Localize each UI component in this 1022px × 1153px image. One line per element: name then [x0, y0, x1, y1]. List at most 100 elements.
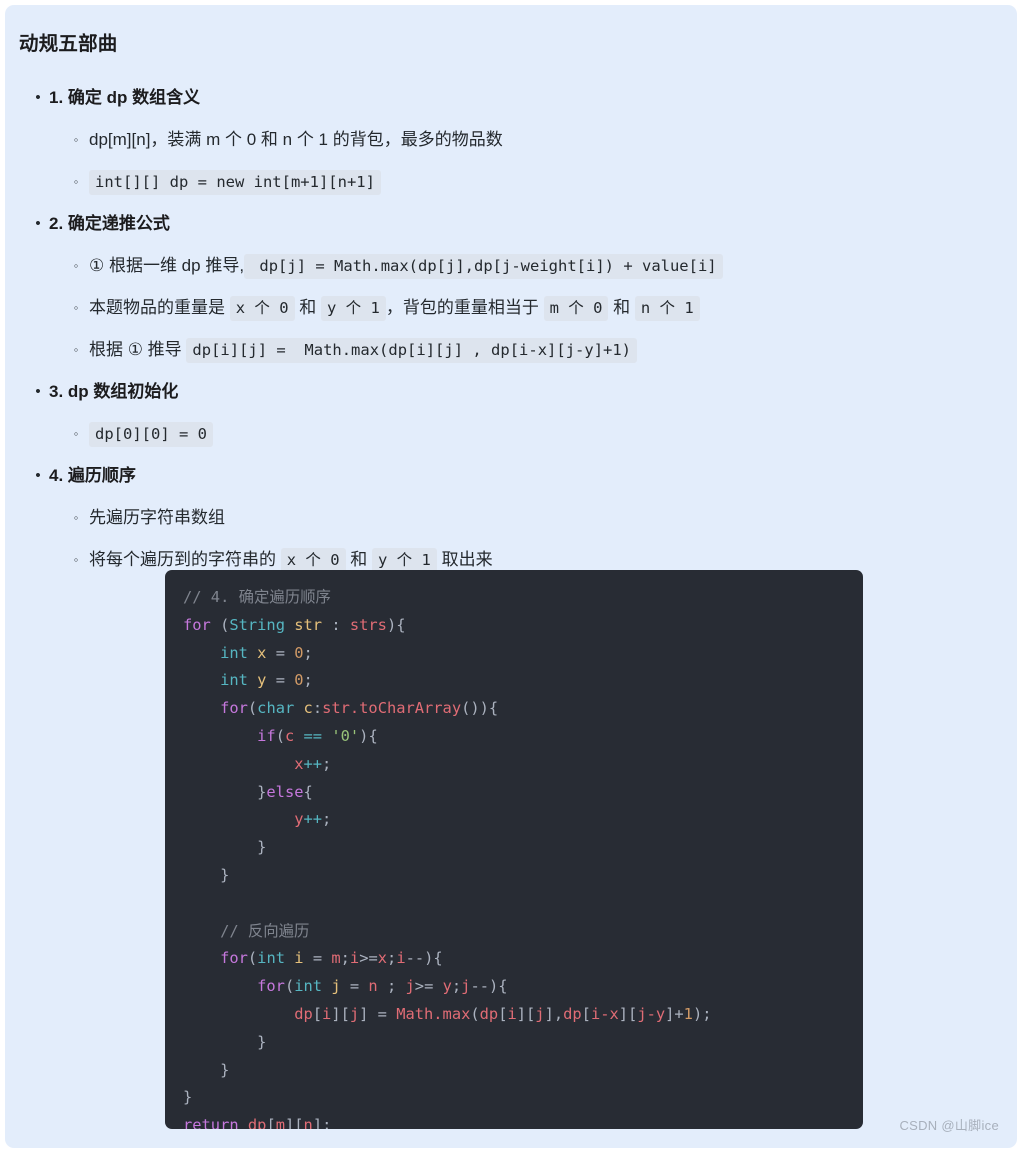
outline-item-content: ① 根据一维 dp 推导, dp[j] = Math.max(dp[j],dp[… [89, 254, 723, 279]
code-token: ){ [359, 726, 378, 745]
text-run: ① 根据一维 dp 推导, [89, 256, 245, 275]
code-token: = [303, 949, 332, 968]
code-token: c [303, 699, 313, 718]
code-line: // 反向遍历 [183, 922, 309, 940]
inline-code: int[][] dp = new int[m+1][n+1] [89, 170, 381, 195]
section-heading: 2. 确定递推公式 [49, 214, 170, 233]
code-line: for(char c:str.toCharArray()){ [183, 699, 498, 717]
code-token: >= [414, 977, 443, 996]
sub-bullet-marker-icon: ◦ [73, 300, 79, 315]
code-token: ( [275, 726, 285, 745]
sub-bullet-marker-icon: ◦ [73, 552, 79, 567]
text-run: 先遍历字符串数组 [89, 508, 225, 527]
code-token: j [331, 977, 341, 996]
code-token: --){ [470, 977, 508, 996]
inline-code: dp[j] = Math.max(dp[j],dp[j-weight[i]) +… [244, 254, 723, 279]
sub-bullet-marker-icon: ◦ [73, 174, 79, 189]
code-token: ++ [303, 810, 323, 829]
code-block-content: // 4. 确定遍历顺序 for (String str : strs){ in… [165, 584, 863, 1129]
code-token: // 4. 确定遍历顺序 [183, 588, 331, 606]
text-run: 取出来 [436, 550, 493, 569]
inline-code: dp[i][j] = Math.max(dp[i][j] , dp[i-x][j… [186, 338, 638, 363]
code-token: j-y [637, 1004, 666, 1023]
code-token: char [257, 699, 295, 718]
outline-section-3: • 3. dp 数组初始化 ◦ dp[0][0] = 0 [35, 371, 1017, 455]
section-heading: 4. 遍历顺序 [49, 466, 136, 485]
code-line: } [183, 866, 229, 884]
outline-item-content: int[][] dp = new int[m+1][n+1] [89, 170, 381, 195]
outline-item: ◦ 先遍历字符串数组 [74, 497, 1017, 539]
code-token: ; [377, 977, 406, 996]
code-token: [ [312, 1004, 323, 1023]
code-token: ()){ [461, 699, 499, 718]
text-run: 和 [294, 298, 322, 317]
text-run: ，背包的重量相当于 [385, 298, 544, 317]
outline-sublist: ◦ dp[m][n]，装满 m 个 0 和 n 个 1 的背包，最多的物品数 ◦ in… [49, 119, 1017, 203]
code-token: 1 [683, 1004, 693, 1023]
code-token: = [340, 977, 369, 996]
code-token: i [294, 949, 304, 968]
code-token: } [183, 865, 230, 884]
code-token: dp [563, 1004, 582, 1023]
code-token: int [220, 671, 248, 690]
text-run: 将每个遍历到的字符串的 [89, 550, 281, 569]
bullet-marker-icon: • [35, 467, 41, 484]
text-run: 根据 ① 推导 [89, 340, 187, 359]
code-token: } [183, 838, 267, 857]
section-heading: 1. 确定 dp 数组含义 [49, 88, 201, 107]
outline-sublist: ◦ dp[0][0] = 0 [49, 413, 1017, 455]
code-token: : [312, 699, 323, 718]
outline-item-content: 根据 ① 推导 dp[i][j] = Math.max(dp[i][j] , d… [89, 338, 638, 363]
section-heading: 3. dp 数组初始化 [49, 382, 179, 401]
inline-code: dp[0][0] = 0 [89, 422, 213, 447]
inline-code: x 个 0 [229, 296, 295, 321]
code-token: ; [322, 810, 332, 829]
code-token: } [183, 1060, 230, 1079]
code-token: return [183, 1116, 239, 1129]
sub-bullet-marker-icon: ◦ [73, 342, 79, 357]
code-token: { [303, 782, 313, 801]
text-run: 本题物品的重量是 [89, 298, 230, 317]
code-token: i [396, 949, 406, 968]
outline-item: ◦ int[][] dp = new int[m+1][n+1] [74, 161, 1017, 203]
outline-section-1: • 1. 确定 dp 数组含义 ◦ dp[m][n]，装满 m 个 0 和 n 个 1… [35, 77, 1017, 203]
outline-item-content: dp[0][0] = 0 [89, 422, 213, 447]
code-token: [ [581, 1004, 591, 1023]
code-token: n [303, 1116, 313, 1129]
outline-sublist: ◦ ① 根据一维 dp 推导, dp[j] = Math.max(dp[j],dp… [49, 245, 1017, 371]
text-run: dp[m][n]，装满 m 个 0 和 n 个 1 的背包，最多的物品数 [89, 130, 503, 149]
code-token: m [331, 949, 341, 968]
code-token: j [405, 977, 415, 996]
code-line: for(int j = n ; j>= y;j--){ [183, 977, 508, 996]
outline-item: ◦ 本题物品的重量是 x 个 0 和 y 个 1 ，背包的重量相当于 m 个 0 和… [74, 287, 1017, 329]
code-token: c [284, 726, 295, 745]
code-token: 0 [294, 671, 304, 690]
code-token: int [220, 643, 248, 662]
code-token: ], [544, 1004, 564, 1023]
code-block: // 4. 确定遍历顺序 for (String str : strs){ in… [165, 570, 863, 1129]
outline-section-4: • 4. 遍历顺序 ◦ 先遍历字符串数组 ◦ 将每个遍历到的字符串的 x 个 0 和 y … [35, 455, 1017, 581]
code-line: x++; [183, 755, 331, 773]
code-token: else [266, 782, 304, 801]
code-token: for [220, 699, 248, 718]
outline-item: ◦ 根据 ① 推导 dp[i][j] = Math.max(dp[i][j] , … [74, 329, 1017, 371]
code-token: x [377, 949, 388, 968]
code-token: j [349, 1004, 360, 1023]
code-token: String [229, 615, 285, 634]
code-line: } [183, 1061, 229, 1079]
code-token: ( [247, 949, 258, 968]
code-token: int [257, 949, 285, 968]
code-token: ][ [618, 1004, 638, 1023]
code-token: i [507, 1004, 517, 1023]
code-line: for(int i = m;i>=x;i--){ [183, 949, 443, 967]
code-token: ++ [303, 754, 323, 773]
